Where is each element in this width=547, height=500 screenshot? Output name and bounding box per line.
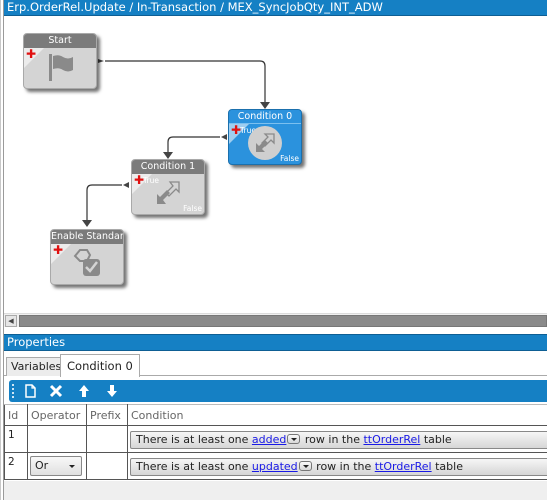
move-up-button[interactable] (75, 382, 93, 400)
column-header-condition[interactable]: Condition (127, 404, 547, 426)
row-prefix-cell[interactable] (86, 452, 128, 480)
delete-icon (49, 384, 63, 398)
grid-empty-area (4, 481, 547, 500)
row-operator-cell[interactable] (27, 425, 87, 453)
node-condition-0[interactable]: Condition 0 ✚ True False (228, 109, 302, 165)
column-header-id[interactable]: Id (4, 404, 28, 426)
node-enable-standard[interactable]: Enable Standard D ✚ (50, 229, 124, 285)
node-condition-0-title: Condition 0 (229, 110, 301, 124)
table-row[interactable]: 2 Or There is at least one updated row i… (4, 452, 547, 480)
move-down-button[interactable] (103, 382, 121, 400)
add-icon[interactable]: ✚ (53, 244, 63, 256)
row-action-dropdown[interactable] (298, 461, 312, 471)
delete-button[interactable] (47, 382, 65, 400)
false-branch-label: False (280, 154, 299, 163)
condition-expression[interactable]: There is at least one updated row in the… (130, 458, 547, 476)
toolbar-grip[interactable] (12, 384, 14, 398)
row-condition-cell: There is at least one added row in the t… (127, 425, 547, 453)
move-down-icon (107, 385, 117, 397)
condition-text: row in the (301, 433, 364, 446)
row-prefix-cell[interactable] (86, 425, 128, 453)
operator-value: Or (35, 459, 49, 472)
new-button[interactable] (21, 382, 39, 400)
add-icon[interactable]: ✚ (26, 48, 36, 60)
table-row[interactable]: 1 There is at least one added row in the… (4, 425, 547, 453)
node-start[interactable]: Start ✚ (23, 33, 97, 89)
new-icon (25, 384, 36, 398)
properties-tabs: Variables Condition 0 (4, 351, 547, 377)
table-name-link[interactable]: ttOrderRel (375, 460, 432, 473)
tab-condition-0[interactable]: Condition 0 (60, 354, 140, 377)
canvas-horizontal-scrollbar[interactable]: ◀ (4, 313, 547, 327)
tab-variables[interactable]: Variables (6, 357, 67, 376)
enable-checkbox-icon (73, 249, 100, 276)
table-name-link[interactable]: ttOrderRel (363, 433, 420, 446)
node-enable-standard-title: Enable Standard D (51, 230, 123, 244)
condition-text: table (431, 460, 463, 473)
node-start-title: Start (24, 34, 96, 48)
connection-condition-0-to-condition-1 (163, 134, 227, 159)
condition-text: There is at least one (136, 460, 252, 473)
condition-text: table (420, 433, 452, 446)
properties-header: Properties (4, 334, 547, 351)
flag-icon (49, 54, 73, 81)
row-action-link[interactable]: updated (252, 460, 298, 473)
row-operator-cell: Or (27, 452, 87, 480)
workflow-title: Erp.OrderRel.Update / In-Transaction / M… (7, 0, 383, 14)
move-up-icon (79, 385, 89, 397)
condition-toolbar (9, 380, 547, 402)
row-id: 2 (4, 452, 28, 480)
node-condition-1[interactable]: Condition 1 ✚ True False (131, 159, 205, 215)
connection-condition-1-to-enable (82, 182, 129, 227)
workflow-title-bar: Erp.OrderRel.Update / In-Transaction / M… (4, 0, 547, 16)
condition-expression[interactable]: There is at least one added row in the t… (130, 431, 547, 449)
row-action-dropdown[interactable] (287, 434, 301, 444)
condition-arrows-icon (157, 181, 180, 204)
column-header-operator[interactable]: Operator (27, 404, 87, 426)
properties-title: Properties (7, 335, 66, 349)
column-header-prefix[interactable]: Prefix (86, 404, 128, 426)
false-branch-label: False (183, 204, 202, 213)
conditions-grid: Id Operator Prefix Condition 1 There is … (4, 404, 547, 480)
node-condition-1-title: Condition 1 (132, 160, 204, 174)
left-window-border (0, 0, 4, 500)
condition-text: row in the (312, 460, 375, 473)
operator-select[interactable]: Or (30, 456, 82, 476)
row-id: 1 (4, 425, 28, 453)
row-condition-cell: There is at least one updated row in the… (127, 452, 547, 480)
scrollbar-thumb[interactable] (19, 315, 547, 327)
condition-arrows-icon (248, 126, 282, 160)
row-action-link[interactable]: added (252, 433, 286, 446)
connection-start-to-condition-0 (98, 59, 270, 109)
scroll-left-button[interactable]: ◀ (5, 315, 17, 327)
condition-text: There is at least one (136, 433, 252, 446)
grid-header-row: Id Operator Prefix Condition (4, 404, 547, 426)
workflow-canvas[interactable]: Start ✚ Condition 0 ✚ True False Conditi… (4, 16, 547, 313)
